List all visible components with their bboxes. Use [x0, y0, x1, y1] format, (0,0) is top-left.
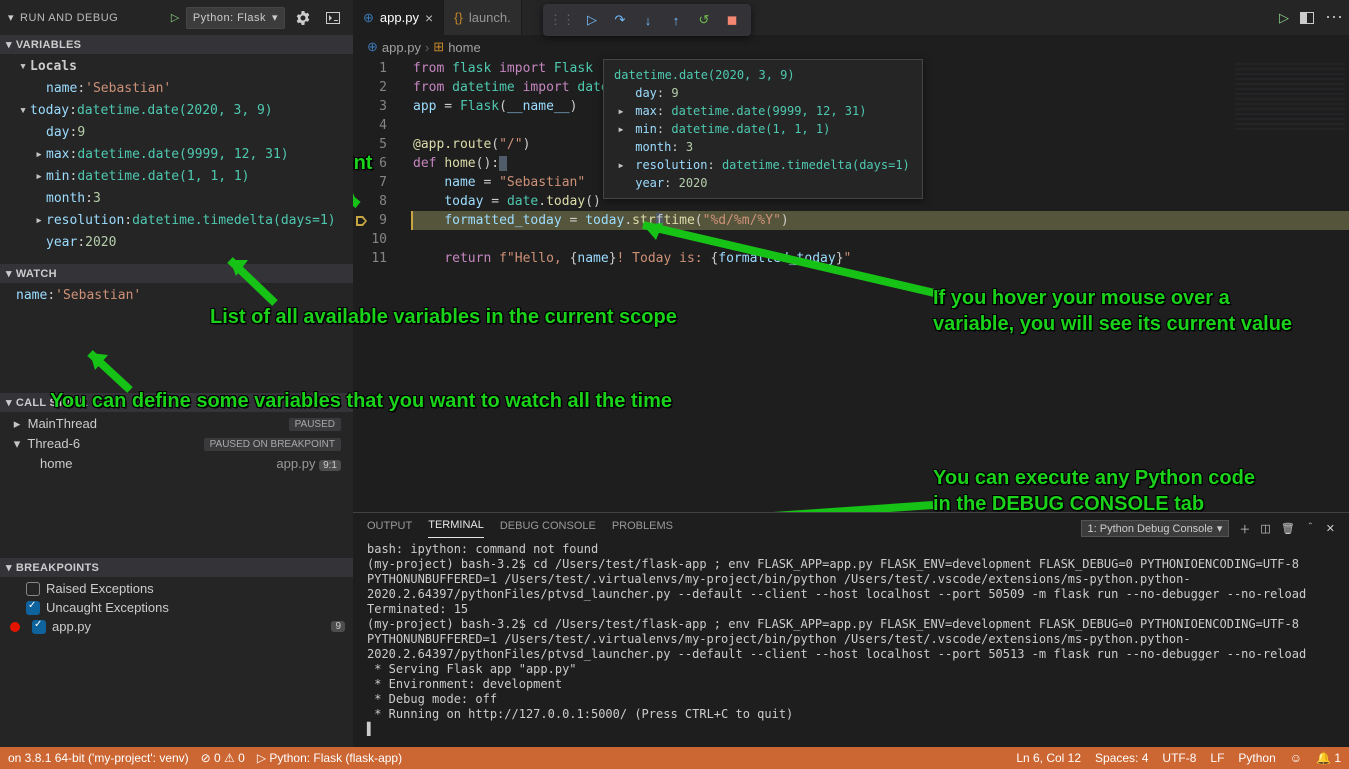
- python-icon: ⊕: [363, 10, 374, 26]
- variable-row[interactable]: month: 3: [0, 188, 353, 210]
- callstack-row[interactable]: ▸ MainThreadPAUSED: [0, 414, 353, 434]
- callstack-section-header[interactable]: ▾ CALL STACK: [0, 393, 353, 412]
- editor-tabs: ⊕ app.py × {} launch. ⋮⋮ ▷ ↷ ↓ ↑ ↺ ◼ ▷: [353, 0, 1349, 35]
- code-line[interactable]: return f"Hello, {name}! Today is: {forma…: [413, 249, 1349, 268]
- hover-variable-row: year: 2020: [614, 174, 912, 192]
- breakpoint-checkbox[interactable]: [32, 620, 46, 634]
- breakpoint-row[interactable]: app.py9: [0, 617, 353, 636]
- variable-row[interactable]: ▾Locals: [0, 56, 353, 78]
- editor-pane[interactable]: ⊕ app.py › ⊞ home 1234567891011 from fla…: [353, 35, 1349, 512]
- breakpoint-current-icon: [355, 215, 367, 227]
- breakpoint-checkbox[interactable]: [26, 601, 40, 615]
- status-bar: on 3.8.1 64-bit ('my-project': venv) ⊘ 0…: [0, 747, 1349, 769]
- status-interpreter[interactable]: on 3.8.1 64-bit ('my-project': venv): [8, 751, 189, 765]
- run-and-debug-header: ▾ RUN AND DEBUG ▷ Python: Flask ▾: [0, 0, 353, 35]
- status-language[interactable]: Python: [1238, 751, 1275, 765]
- breakpoint-checkbox[interactable]: [26, 582, 40, 596]
- hover-variable-row: ▸ resolution: datetime.timedelta(days=1): [614, 156, 912, 174]
- code-line[interactable]: [413, 230, 1349, 249]
- variables-section-header[interactable]: ▾ VARIABLES: [0, 35, 353, 54]
- debug-toolbar[interactable]: ⋮⋮ ▷ ↷ ↓ ↑ ↺ ◼: [543, 4, 751, 36]
- status-encoding[interactable]: UTF-8: [1162, 751, 1196, 765]
- status-problems[interactable]: ⊘ 0 ⚠ 0: [201, 751, 245, 765]
- terminal-output[interactable]: bash: ipython: command not found (my-pro…: [353, 538, 1349, 741]
- status-debug-target[interactable]: ▷ Python: Flask (flask-app): [257, 751, 402, 765]
- step-out-button[interactable]: ↑: [663, 7, 689, 33]
- split-terminal-icon[interactable]: ◫: [1260, 522, 1270, 535]
- stop-button[interactable]: ◼: [719, 7, 745, 33]
- split-editor-icon[interactable]: [1295, 6, 1319, 30]
- debug-hover-popup: datetime.date(2020, 3, 9) day: 9▸ max: d…: [603, 59, 923, 199]
- variable-row[interactable]: ▾today: datetime.date(2020, 3, 9): [0, 100, 353, 122]
- debug-console-icon[interactable]: [321, 6, 345, 30]
- status-feedback-icon[interactable]: ☺: [1290, 751, 1302, 765]
- callstack-row[interactable]: homeapp.py 9:1: [0, 454, 353, 473]
- variable-row[interactable]: day: 9: [0, 122, 353, 144]
- run-debug-title: RUN AND DEBUG: [20, 12, 118, 24]
- variable-row[interactable]: ▸min: datetime.date(1, 1, 1): [0, 166, 353, 188]
- status-bell-icon[interactable]: 🔔 1: [1316, 751, 1341, 765]
- panel-tab-terminal[interactable]: TERMINAL: [428, 519, 484, 538]
- debug-config-select[interactable]: Python: Flask ▾: [186, 7, 285, 29]
- tab-launch-json[interactable]: {} launch.: [444, 0, 522, 35]
- step-into-button[interactable]: ↓: [635, 7, 661, 33]
- panel-tab-output[interactable]: OUTPUT: [367, 520, 412, 538]
- maximize-panel-icon[interactable]: ＾: [1305, 521, 1316, 537]
- status-cursor[interactable]: Ln 6, Col 12: [1016, 751, 1081, 765]
- callstack-row[interactable]: ▾ Thread-6PAUSED ON BREAKPOINT: [0, 434, 353, 454]
- tab-app-py[interactable]: ⊕ app.py ×: [353, 0, 444, 35]
- step-over-button[interactable]: ↷: [607, 7, 633, 33]
- minimap[interactable]: [1235, 63, 1345, 133]
- breadcrumb[interactable]: ⊕ app.py › ⊞ home: [353, 35, 1349, 59]
- close-panel-icon[interactable]: ✕: [1326, 522, 1335, 535]
- hover-variable-row: day: 9: [614, 84, 912, 102]
- bottom-panel: OUTPUT TERMINAL DEBUG CONSOLE PROBLEMS 1…: [353, 512, 1349, 747]
- restart-button[interactable]: ↺: [691, 7, 717, 33]
- panel-tab-debug-console[interactable]: DEBUG CONSOLE: [500, 520, 596, 538]
- breakpoints-section-header[interactable]: ▾ BREAKPOINTS: [0, 558, 353, 577]
- breakpoint-dot-icon: [10, 622, 20, 632]
- continue-button[interactable]: ▷: [579, 7, 605, 33]
- watch-section-header[interactable]: ▾ WATCH: [0, 264, 353, 283]
- variable-row[interactable]: name: 'Sebastian': [0, 78, 353, 100]
- variable-row[interactable]: year: 2020: [0, 232, 353, 254]
- watch-row[interactable]: name: 'Sebastian': [0, 285, 353, 307]
- status-spaces[interactable]: Spaces: 4: [1095, 751, 1148, 765]
- more-icon[interactable]: ⋯: [1325, 7, 1343, 28]
- json-icon: {}: [454, 10, 463, 25]
- variable-row[interactable]: ▸max: datetime.date(9999, 12, 31): [0, 144, 353, 166]
- status-eol[interactable]: LF: [1210, 751, 1224, 765]
- close-icon[interactable]: ×: [425, 11, 433, 25]
- drag-handle-icon[interactable]: ⋮⋮: [549, 12, 575, 28]
- new-terminal-icon[interactable]: ＋: [1239, 521, 1250, 537]
- breakpoint-row[interactable]: Raised Exceptions: [0, 579, 353, 598]
- breakpoint-row[interactable]: Uncaught Exceptions: [0, 598, 353, 617]
- annotation-hover: If you hover your mouse over a variable,…: [933, 285, 1293, 337]
- annotation-console: You can execute any Python code in the D…: [933, 465, 1273, 512]
- gear-icon[interactable]: [291, 6, 315, 30]
- kill-terminal-icon[interactable]: 🗑: [1281, 522, 1295, 535]
- debug-sidebar: ▾ VARIABLES ▾Localsname: 'Sebastian'▾tod…: [0, 35, 353, 747]
- start-debug-button[interactable]: ▷: [171, 11, 180, 24]
- run-button[interactable]: ▷: [1279, 10, 1289, 26]
- python-icon: ⊕: [367, 39, 378, 55]
- symbol-icon: ⊞: [433, 39, 444, 55]
- panel-tab-problems[interactable]: PROBLEMS: [612, 520, 673, 538]
- hover-title: datetime.date(2020, 3, 9): [614, 66, 912, 84]
- hover-variable-row: ▸ min: datetime.date(1, 1, 1): [614, 120, 912, 138]
- terminal-selector[interactable]: 1: Python Debug Console ▾: [1081, 520, 1230, 537]
- code-line[interactable]: formatted_today = today.strftime("%d/%m/…: [411, 211, 1349, 230]
- variable-row[interactable]: ▸resolution: datetime.timedelta(days=1): [0, 210, 353, 232]
- hover-variable-row: ▸ max: datetime.date(9999, 12, 31): [614, 102, 912, 120]
- hover-variable-row: month: 3: [614, 138, 912, 156]
